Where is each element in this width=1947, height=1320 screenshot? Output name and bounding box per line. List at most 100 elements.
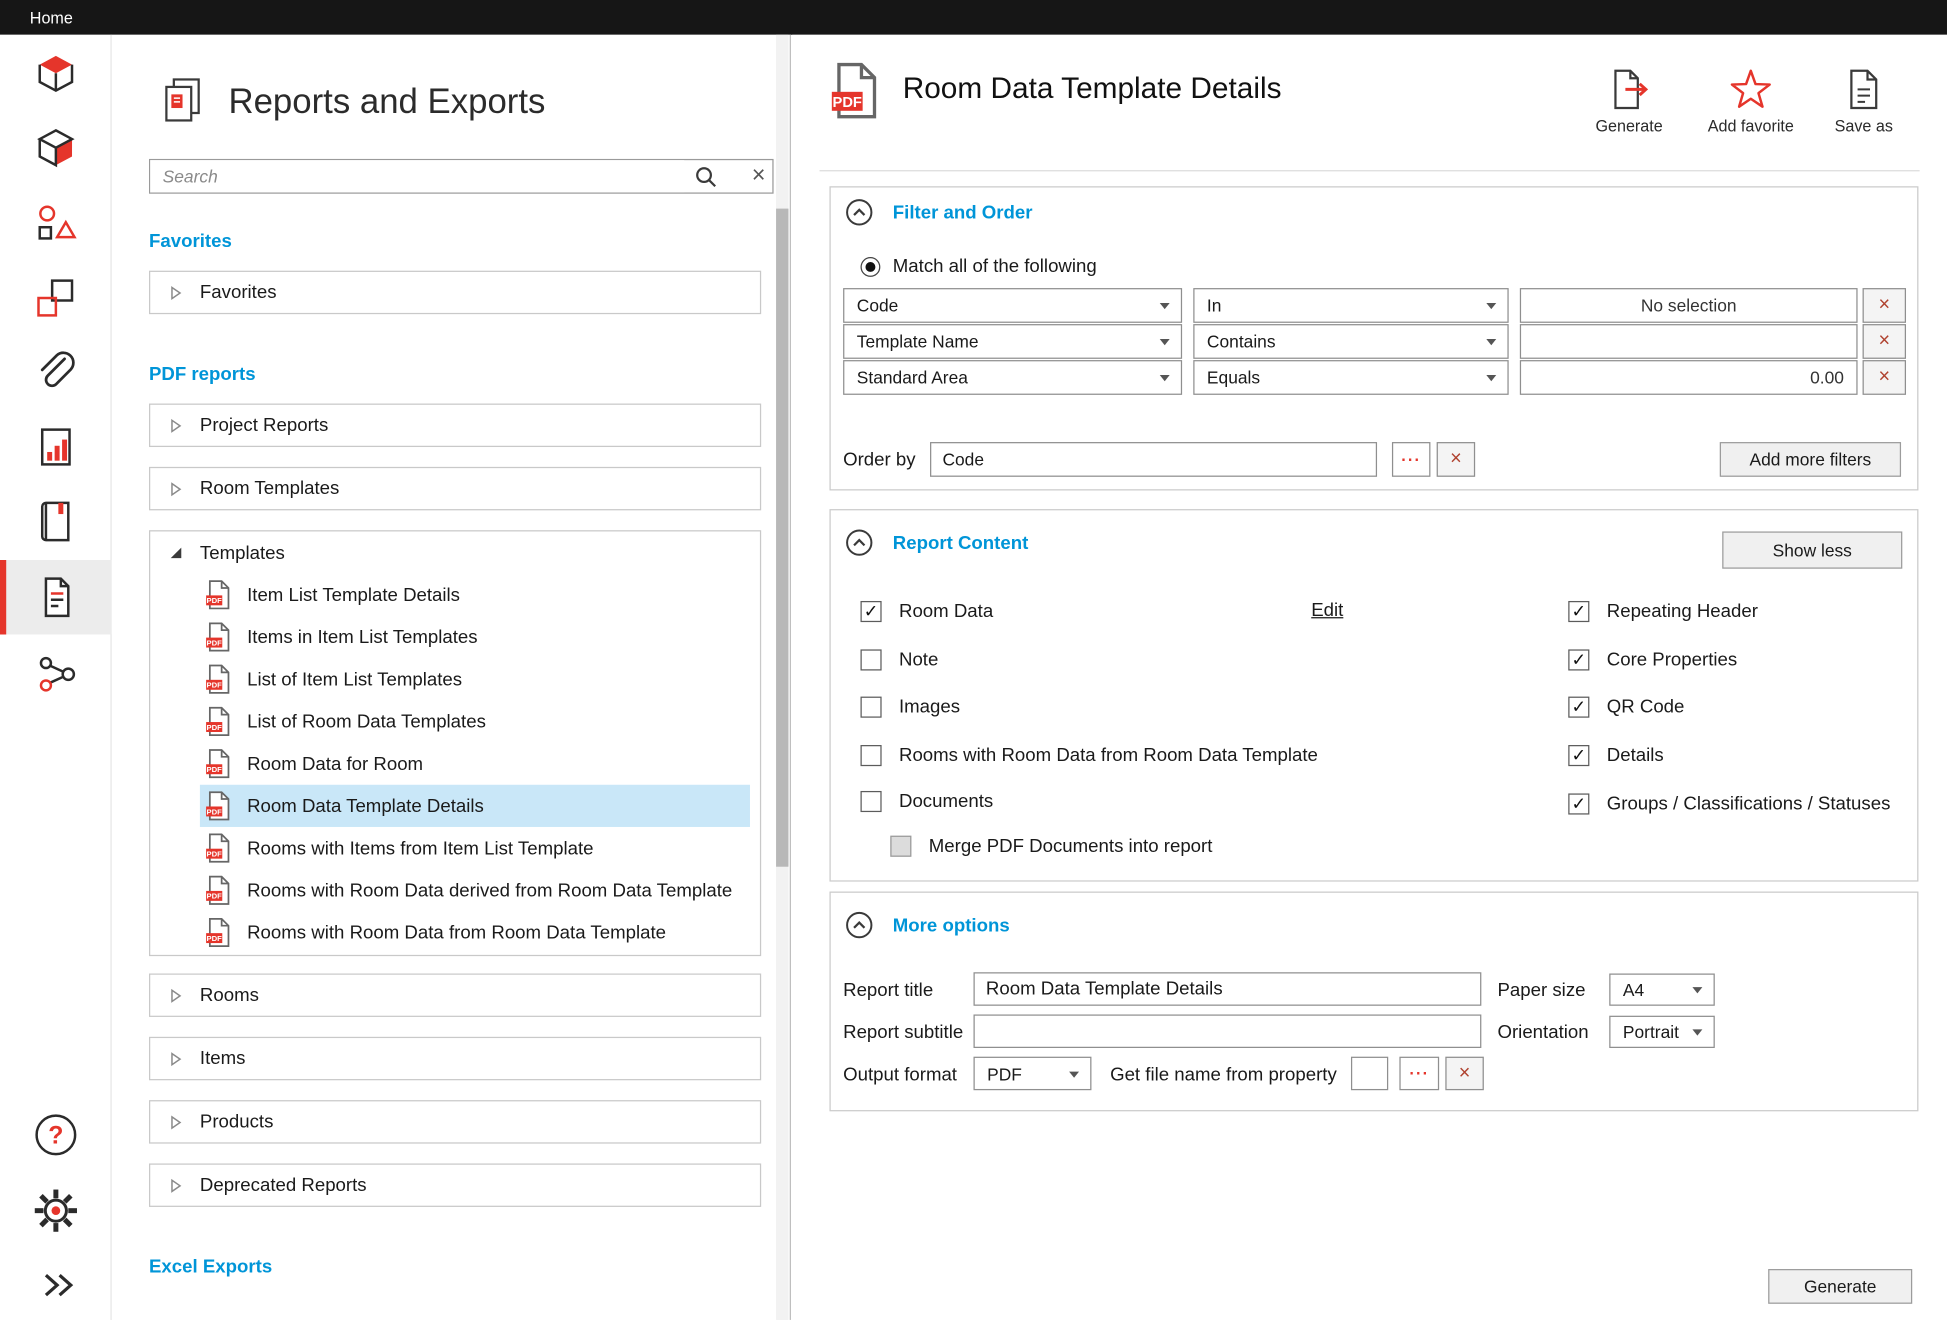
option-images[interactable]: Images bbox=[860, 694, 960, 719]
clear-search-icon[interactable]: × bbox=[744, 161, 774, 191]
template-item[interactable]: List of Room Data Templates bbox=[200, 700, 750, 742]
checkbox-icon[interactable] bbox=[860, 649, 881, 670]
search-input[interactable] bbox=[150, 160, 684, 192]
option-rooms-with-room-data[interactable]: Rooms with Room Data from Room Data Temp… bbox=[860, 743, 1317, 768]
sidebar-item-integrations[interactable] bbox=[0, 637, 112, 712]
sidebar-item-rooms[interactable] bbox=[0, 37, 112, 112]
checkbox-icon[interactable] bbox=[1568, 744, 1589, 765]
option-merge-pdf[interactable]: Merge PDF Documents into report bbox=[890, 833, 1212, 858]
chevron-right-icon[interactable] bbox=[170, 481, 182, 496]
chevron-right-icon[interactable] bbox=[170, 285, 182, 300]
chevron-expanded-icon[interactable] bbox=[170, 545, 182, 560]
order-by-clear-button[interactable]: × bbox=[1437, 442, 1475, 477]
option-groups-classifications[interactable]: Groups / Classifications / Statuses bbox=[1568, 791, 1890, 816]
filter-operator-select[interactable]: Contains bbox=[1193, 324, 1508, 359]
add-more-filters-button[interactable]: Add more filters bbox=[1720, 442, 1901, 477]
sidebar-item-settings[interactable] bbox=[0, 1173, 112, 1248]
checkbox-icon[interactable] bbox=[860, 790, 881, 811]
checkbox-icon[interactable] bbox=[860, 744, 881, 765]
order-by-input[interactable] bbox=[930, 442, 1377, 477]
checkbox-icon[interactable] bbox=[860, 600, 881, 621]
checkbox-icon[interactable] bbox=[860, 696, 881, 717]
filter-row: Template Name Contains × bbox=[843, 324, 1900, 359]
option-room-data[interactable]: Room Data bbox=[860, 598, 993, 623]
option-qr-code[interactable]: QR Code bbox=[1568, 694, 1684, 719]
collapse-icon[interactable] bbox=[846, 911, 873, 938]
report-subtitle-input[interactable] bbox=[973, 1014, 1481, 1048]
match-all-radio[interactable]: Match all of the following bbox=[860, 256, 1096, 277]
sidebar-item-reports[interactable] bbox=[0, 560, 112, 635]
sidebar-item-catalogs[interactable] bbox=[0, 484, 112, 559]
group-project-reports[interactable]: Project Reports bbox=[149, 404, 761, 447]
group-rooms[interactable]: Rooms bbox=[149, 973, 761, 1016]
search-icon[interactable] bbox=[694, 165, 718, 189]
edit-link[interactable]: Edit bbox=[1311, 600, 1343, 621]
show-less-button[interactable]: Show less bbox=[1722, 531, 1902, 568]
filter-value-input[interactable] bbox=[1520, 324, 1858, 359]
sidebar-item-project[interactable] bbox=[0, 410, 112, 485]
template-item[interactable]: Item List Template Details bbox=[200, 574, 750, 616]
checkbox-icon[interactable] bbox=[1568, 600, 1589, 621]
option-details[interactable]: Details bbox=[1568, 743, 1663, 768]
chevron-right-icon[interactable] bbox=[170, 418, 182, 433]
filter-field-select[interactable]: Standard Area bbox=[843, 360, 1182, 395]
group-deprecated-reports[interactable]: Deprecated Reports bbox=[149, 1163, 761, 1206]
filter-value-input[interactable] bbox=[1520, 288, 1858, 323]
output-format-select[interactable]: PDF bbox=[973, 1057, 1091, 1091]
chevron-right-icon[interactable] bbox=[170, 1051, 182, 1066]
orientation-select[interactable]: Portrait bbox=[1609, 1016, 1715, 1048]
filter-field-select[interactable]: Template Name bbox=[843, 324, 1182, 359]
sidebar-item-attachments[interactable] bbox=[0, 335, 112, 410]
chevron-right-icon[interactable] bbox=[170, 1114, 182, 1129]
collapse-icon[interactable] bbox=[846, 529, 873, 556]
filter-field-select[interactable]: Code bbox=[843, 288, 1182, 323]
filter-operator-select[interactable]: Equals bbox=[1193, 360, 1508, 395]
option-core-properties[interactable]: Core Properties bbox=[1568, 647, 1737, 672]
add-favorite-action[interactable]: Add favorite bbox=[1691, 67, 1810, 135]
save-as-action[interactable]: Save as bbox=[1804, 67, 1923, 135]
generate-action[interactable]: Generate bbox=[1570, 67, 1689, 135]
scrollbar-thumb[interactable] bbox=[776, 209, 788, 867]
sidebar-item-help[interactable]: ? bbox=[0, 1098, 112, 1173]
option-documents[interactable]: Documents bbox=[860, 788, 993, 813]
group-favorites[interactable]: Favorites bbox=[149, 271, 761, 314]
more-options-title: More options bbox=[893, 915, 1010, 936]
template-item[interactable]: Rooms with Room Data derived from Room D… bbox=[200, 869, 750, 911]
option-note[interactable]: Note bbox=[860, 647, 938, 672]
generate-button[interactable]: Generate bbox=[1768, 1269, 1912, 1304]
template-item[interactable]: Rooms with Room Data from Room Data Temp… bbox=[200, 911, 750, 953]
template-item-selected[interactable]: Room Data Template Details bbox=[200, 785, 750, 827]
remove-filter-button[interactable]: × bbox=[1863, 288, 1906, 323]
sidebar-item-items[interactable] bbox=[0, 186, 112, 261]
template-item[interactable]: Rooms with Items from Item List Template bbox=[200, 827, 750, 869]
checkbox-icon[interactable] bbox=[1568, 649, 1589, 670]
checkbox-icon[interactable] bbox=[1568, 696, 1589, 717]
group-templates[interactable]: Templates bbox=[150, 531, 760, 573]
chevron-right-icon[interactable] bbox=[170, 1178, 182, 1193]
group-room-templates[interactable]: Room Templates bbox=[149, 467, 761, 510]
template-item[interactable]: List of Item List Templates bbox=[200, 658, 750, 700]
template-item[interactable]: Room Data for Room bbox=[200, 743, 750, 785]
template-item[interactable]: Items in Item List Templates bbox=[200, 616, 750, 658]
filter-operator-select[interactable]: In bbox=[1193, 288, 1508, 323]
report-title-input[interactable] bbox=[973, 972, 1481, 1006]
sidebar-item-products[interactable] bbox=[0, 261, 112, 336]
file-property-browse-button[interactable]: ··· bbox=[1399, 1057, 1439, 1091]
group-items[interactable]: Items bbox=[149, 1037, 761, 1080]
filter-value-input[interactable] bbox=[1520, 360, 1858, 395]
remove-filter-button[interactable]: × bbox=[1863, 360, 1906, 395]
remove-filter-button[interactable]: × bbox=[1863, 324, 1906, 359]
sidebar-item-expand[interactable] bbox=[0, 1248, 112, 1320]
collapse-icon[interactable] bbox=[846, 199, 873, 226]
scrollbar-track[interactable] bbox=[776, 35, 788, 1320]
chevron-right-icon[interactable] bbox=[170, 988, 182, 1003]
option-repeating-header[interactable]: Repeating Header bbox=[1568, 598, 1758, 623]
paper-size-select[interactable]: A4 bbox=[1609, 973, 1715, 1005]
file-property-clear-button[interactable]: × bbox=[1445, 1057, 1483, 1091]
file-property-input[interactable] bbox=[1351, 1057, 1388, 1091]
checkbox-icon[interactable] bbox=[1568, 793, 1589, 814]
order-by-browse-button[interactable]: ··· bbox=[1392, 442, 1430, 477]
group-products[interactable]: Products bbox=[149, 1100, 761, 1143]
home-menu[interactable]: Home bbox=[30, 8, 73, 27]
sidebar-item-room-function[interactable] bbox=[0, 112, 112, 187]
